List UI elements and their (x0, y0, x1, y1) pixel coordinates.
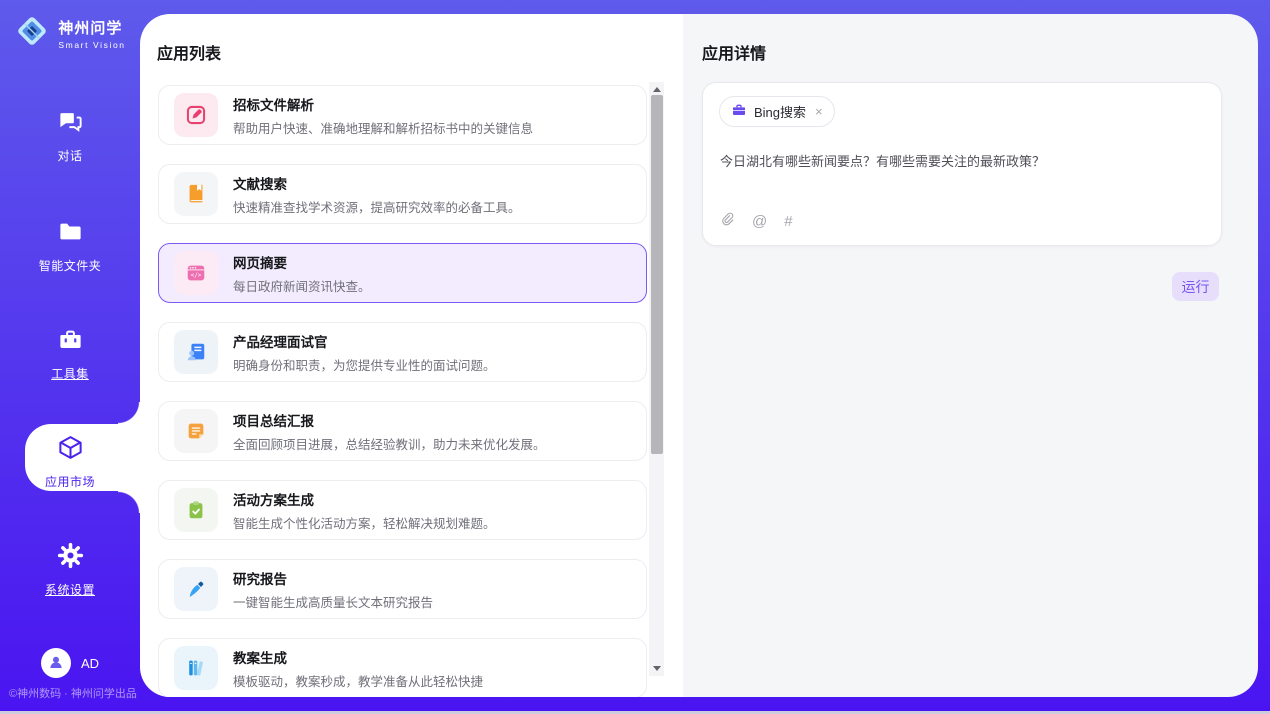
brand-subtitle: Smart Vision (58, 40, 125, 50)
app-card-title: 文献搜索 (233, 173, 521, 193)
toolbox-icon (57, 326, 84, 358)
app-card-desc: 一键智能生成高质量长文本研究报告 (233, 592, 433, 611)
sidebar-item-app-market[interactable]: 应用市场 (0, 434, 140, 490)
sidebar-item-label: 应用市场 (45, 473, 95, 490)
tool-tag-label: Bing搜索 (754, 102, 806, 121)
app-card-desc: 全面回顾项目进展，总结经验教训，助力未来优化发展。 (233, 434, 546, 453)
tool-tag-bing-search[interactable]: Bing搜索 × (719, 96, 835, 127)
note-icon (174, 409, 218, 453)
brand-title: 神州问学 (58, 17, 125, 38)
app-card-desc: 每日政府新闻资讯快查。 (233, 276, 371, 295)
app-card-desc: 帮助用户快速、准确地理解和解析招标书中的关键信息 (233, 118, 533, 137)
brand-logo: 神州问学 Smart Vision (0, 13, 140, 54)
app-card-list: 招标文件解析 帮助用户快速、准确地理解和解析招标书中的关键信息 文献搜索 (158, 85, 647, 697)
pen-square-icon (174, 93, 218, 137)
app-card-bid-parse[interactable]: 招标文件解析 帮助用户快速、准确地理解和解析招标书中的关键信息 (158, 85, 647, 145)
app-card-literature-search[interactable]: 文献搜索 快速精准查找学术资源，提高研究效率的必备工具。 (158, 164, 647, 224)
briefcase-icon (731, 102, 747, 121)
sidebar-footer: ©神州数码 · 神州问学出品 (9, 685, 137, 701)
app-card-project-summary[interactable]: 项目总结汇报 全面回顾项目进展，总结经验教训，助力未来优化发展。 (158, 401, 647, 461)
app-card-web-summary[interactable]: </> 网页摘要 每日政府新闻资讯快查。 (158, 243, 647, 303)
sidebar-item-smart-folders[interactable]: 智能文件夹 (0, 218, 140, 274)
app-card-title: 项目总结汇报 (233, 410, 546, 430)
sidebar-item-label: 对话 (57, 147, 82, 164)
sidebar-item-chat[interactable]: 对话 (0, 108, 140, 164)
app-card-desc: 智能生成个性化活动方案，轻松解决规划难题。 (233, 513, 496, 532)
user-account[interactable]: AD (0, 648, 140, 678)
app-detail-panel: 应用详情 Bing搜索 × 今日湖北有哪些新闻要点？有哪些需要关注的最新政策？ (683, 14, 1258, 697)
interviewer-icon (174, 330, 218, 374)
app-card-event-plan[interactable]: 活动方案生成 智能生成个性化活动方案，轻松解决规划难题。 (158, 480, 647, 540)
app-card-desc: 明确身份和职责，为您提供专业性的面试问题。 (233, 355, 496, 374)
app-list-panel: 应用列表 招标文件解析 帮助用户快速、准确地理解和解析招标书中的关键信息 (140, 14, 683, 697)
app-card-title: 招标文件解析 (233, 94, 533, 114)
app-card-research-report[interactable]: 研究报告 一键智能生成高质量长文本研究报告 (158, 559, 647, 619)
app-card-desc: 快速精准查找学术资源，提高研究效率的必备工具。 (233, 197, 521, 216)
app-card-title: 教案生成 (233, 647, 483, 667)
app-list-title: 应用列表 (157, 40, 221, 64)
cube-icon (57, 434, 84, 466)
list-scrollbar[interactable] (649, 82, 664, 676)
app-card-title: 研究报告 (233, 568, 433, 588)
svg-text:</>: </> (191, 272, 202, 279)
books-icon (174, 646, 218, 690)
scrollbar-down-arrow-icon[interactable] (649, 662, 664, 675)
run-button[interactable]: 运行 (1172, 272, 1219, 301)
browser-code-icon: </> (174, 251, 218, 295)
content-area: 应用列表 招标文件解析 帮助用户快速、准确地理解和解析招标书中的关键信息 (140, 14, 1258, 697)
app-detail-title: 应用详情 (702, 40, 766, 64)
close-icon[interactable]: × (815, 104, 823, 119)
person-icon (47, 653, 65, 674)
clipboard-check-icon (174, 488, 218, 532)
book-icon (174, 172, 218, 216)
sidebar-item-label: 智能文件夹 (39, 257, 102, 274)
sidebar-item-settings[interactable]: 系统设置 (0, 542, 140, 598)
diamond-logo-icon (14, 13, 50, 54)
app-card-pm-interviewer[interactable]: 产品经理面试官 明确身份和职责，为您提供专业性的面试问题。 (158, 322, 647, 382)
app-card-title: 产品经理面试官 (233, 331, 496, 351)
ink-pen-icon (174, 567, 218, 611)
app-card-title: 网页摘要 (233, 252, 371, 272)
folder-icon (57, 218, 84, 250)
hash-icon[interactable]: # (784, 213, 792, 230)
sidebar: 神州问学 Smart Vision 对话 智能文件夹 (0, 0, 140, 714)
sidebar-item-label: 系统设置 (45, 581, 95, 598)
sidebar-item-label: 工具集 (51, 365, 89, 382)
app-card-desc: 模板驱动，教案秒成，教学准备从此轻松快捷 (233, 671, 483, 690)
app-card-lesson-plan[interactable]: 教案生成 模板驱动，教案秒成，教学准备从此轻松快捷 (158, 638, 647, 697)
tab-notch-bottom (118, 491, 140, 513)
app-window: 神州问学 Smart Vision 对话 智能文件夹 (0, 0, 1270, 714)
sidebar-item-toolset[interactable]: 工具集 (0, 326, 140, 382)
input-toolbar: @ # (720, 210, 793, 232)
tab-notch-top (118, 402, 140, 424)
gear-icon (57, 542, 84, 574)
scrollbar-thumb[interactable] (651, 95, 663, 454)
avatar (41, 648, 71, 678)
chat-icon (57, 108, 84, 140)
app-card-title: 活动方案生成 (233, 489, 496, 509)
user-name: AD (81, 656, 99, 671)
query-input[interactable]: 今日湖北有哪些新闻要点？有哪些需要关注的最新政策？ (720, 152, 1201, 172)
at-icon[interactable]: @ (752, 213, 767, 230)
prompt-card: Bing搜索 × 今日湖北有哪些新闻要点？有哪些需要关注的最新政策？ @ # (702, 82, 1222, 246)
paperclip-icon[interactable] (720, 210, 735, 232)
